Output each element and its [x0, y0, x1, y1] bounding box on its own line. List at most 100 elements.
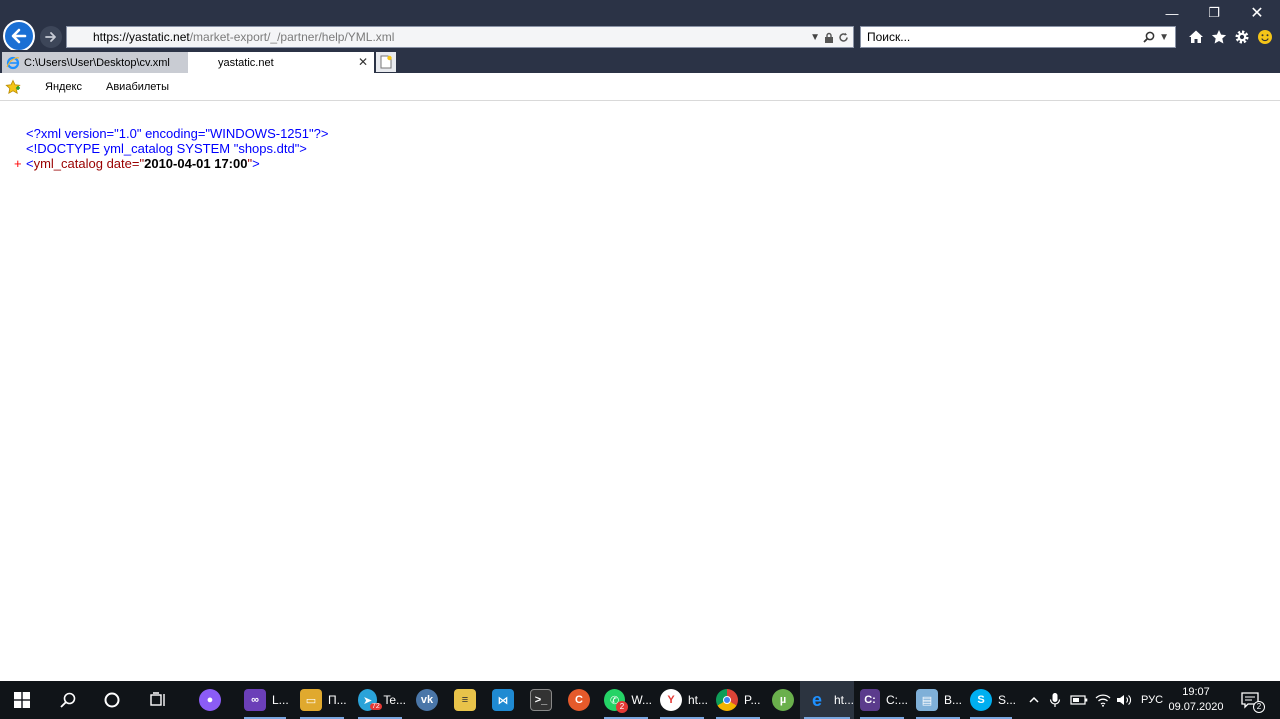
microphone-tray-icon[interactable]: [1046, 681, 1064, 719]
wifi-icon: [1095, 694, 1111, 707]
favorite-link-yandex[interactable]: Яндекс: [45, 81, 82, 93]
back-button[interactable]: [3, 20, 35, 52]
new-tab-icon: [380, 55, 392, 69]
minimize-button[interactable]: —: [1160, 4, 1184, 22]
book-icon: ▤: [916, 689, 938, 711]
xml-root-element: <yml_catalog date="2010-04-01 17:00">: [26, 156, 260, 172]
taskbar-app-visual-studio[interactable]: ∞ L...: [240, 681, 290, 719]
volume-tray-icon[interactable]: [1114, 681, 1134, 719]
battery-icon: [1070, 695, 1088, 705]
taskbar-app-label: L...: [272, 693, 289, 707]
taskbar-app-label: P...: [744, 693, 761, 707]
tab-cv-xml[interactable]: C:\Users\User\Desktop\cv.xml: [2, 52, 188, 73]
taskbar-app-label: ht...: [687, 693, 708, 707]
address-path: /market-export/_/partner/help/YML.xml: [189, 30, 395, 44]
cortana-button[interactable]: [90, 681, 134, 719]
utorrent-icon: µ: [772, 689, 794, 711]
taskbar-app-vk[interactable]: vk: [412, 681, 444, 719]
search-box[interactable]: Поиск... ▼: [860, 26, 1176, 48]
smiley-feedback-icon[interactable]: [1255, 27, 1275, 47]
clock-time: 19:07: [1182, 686, 1210, 698]
notepad-icon: ≡: [454, 689, 476, 711]
favorite-link-aviabilety[interactable]: Авиабилеты: [106, 81, 169, 93]
unread-badge: 72: [370, 703, 382, 710]
taskbar-app-notepad[interactable]: ≡: [450, 681, 482, 719]
visual-studio-icon: ∞: [244, 689, 266, 711]
lock-icon[interactable]: [824, 32, 834, 43]
attribute-name: date=: [102, 156, 140, 171]
ie-logo-icon: [6, 56, 20, 69]
language-indicator[interactable]: РУС: [1138, 681, 1166, 719]
taskbar-app-label: C:...: [885, 693, 908, 707]
tab-yastatic[interactable]: yastatic.net ✕: [188, 52, 374, 73]
windows-taskbar: ● ∞ L... ▭ П... ➤ Te... 72 vk ≡ ⋈ >_ C ✆…: [0, 681, 1280, 719]
vscode-icon: ⋈: [492, 689, 514, 711]
refresh-icon[interactable]: [838, 32, 849, 43]
search-placeholder: Поиск...: [867, 30, 911, 44]
taskbar-app-internet-explorer[interactable]: e ht...: [800, 681, 854, 719]
arrow-left-icon: [11, 28, 27, 44]
alice-assistant-button[interactable]: ●: [188, 681, 232, 719]
vk-icon: vk: [416, 689, 438, 711]
add-favorites-icon[interactable]: [5, 79, 21, 95]
taskbar-app-chrome[interactable]: P...: [712, 681, 764, 719]
taskbar-search-button[interactable]: [46, 681, 90, 719]
taskbar-app-explorer[interactable]: ▭ П...: [296, 681, 348, 719]
tab-favicon-icon: [198, 58, 208, 68]
taskbar-app-b[interactable]: ▤ B...: [912, 681, 964, 719]
xml-viewer: <?xml version="1.0" encoding="WINDOWS-12…: [0, 101, 1280, 681]
console-icon: C:: [860, 689, 880, 711]
taskbar-app-ccleaner[interactable]: C: [564, 681, 596, 719]
search-icon: [60, 692, 76, 708]
favorites-bar: Яндекс Авиабилеты: [0, 73, 1280, 101]
task-view-button[interactable]: [136, 681, 180, 719]
taskbar-app-console[interactable]: C: C:...: [856, 681, 908, 719]
xml-declaration: <?xml version="1.0" encoding="WINDOWS-12…: [26, 126, 329, 141]
folder-icon: ▭: [300, 689, 322, 711]
taskbar-app-label: B...: [944, 693, 963, 707]
taskbar-app-label: S...: [997, 693, 1016, 707]
taskbar-app-vscode[interactable]: ⋈: [488, 681, 520, 719]
battery-tray-icon[interactable]: [1068, 681, 1090, 719]
taskbar-app-whatsapp[interactable]: ✆ W... 2: [600, 681, 652, 719]
forward-button[interactable]: [40, 26, 62, 48]
terminal-icon: >_: [530, 689, 552, 711]
wifi-tray-icon[interactable]: [1092, 681, 1114, 719]
dropdown-arrow-icon[interactable]: ▼: [810, 32, 820, 43]
task-view-icon: [150, 692, 165, 706]
home-icon[interactable]: [1186, 27, 1206, 47]
search-icon[interactable]: [1143, 31, 1155, 43]
taskbar-app-utorrent[interactable]: µ: [768, 681, 800, 719]
system-clock[interactable]: 19:07 09.07.2020: [1166, 685, 1226, 715]
windows-logo-icon: [14, 692, 30, 708]
microphone-icon: [1049, 693, 1061, 707]
alice-icon: ●: [199, 689, 221, 711]
taskbar-app-yandex-browser[interactable]: Y ht...: [656, 681, 708, 719]
tag-name: yml_catalog: [33, 156, 103, 171]
close-tab-icon[interactable]: ✕: [358, 55, 368, 69]
close-window-button[interactable]: ✕: [1245, 4, 1269, 22]
address-bar[interactable]: https://yastatic.net /market-export/_/pa…: [66, 26, 854, 48]
cortana-circle-icon: [104, 692, 120, 708]
taskbar-app-label: Te...: [383, 693, 406, 707]
tab-label: C:\Users\User\Desktop\cv.xml: [24, 56, 170, 69]
taskbar-app-label: П...: [328, 693, 347, 707]
start-button[interactable]: [0, 681, 44, 719]
favorites-star-icon[interactable]: [1209, 27, 1229, 47]
new-tab-button[interactable]: [376, 52, 396, 72]
ie-logo-icon: e: [811, 689, 822, 710]
restore-button[interactable]: ❐: [1202, 4, 1226, 22]
taskbar-app-terminal[interactable]: >_: [526, 681, 558, 719]
taskbar-app-label: ht...: [833, 693, 854, 707]
xml-doctype: <!DOCTYPE yml_catalog SYSTEM "shops.dtd"…: [26, 141, 307, 156]
tab-strip: C:\Users\User\Desktop\cv.xml yastatic.ne…: [0, 50, 1280, 73]
gear-icon[interactable]: [1232, 27, 1252, 47]
action-center-button[interactable]: 2: [1236, 681, 1266, 719]
chrome-icon: [716, 689, 738, 711]
show-hidden-icons-button[interactable]: [1026, 681, 1042, 719]
page-favicon-icon: [75, 32, 85, 42]
expand-node-toggle[interactable]: +: [14, 156, 22, 171]
search-dropdown-icon[interactable]: ▼: [1159, 32, 1169, 43]
taskbar-app-skype[interactable]: S S...: [966, 681, 1016, 719]
taskbar-app-telegram[interactable]: ➤ Te... 72: [354, 681, 406, 719]
